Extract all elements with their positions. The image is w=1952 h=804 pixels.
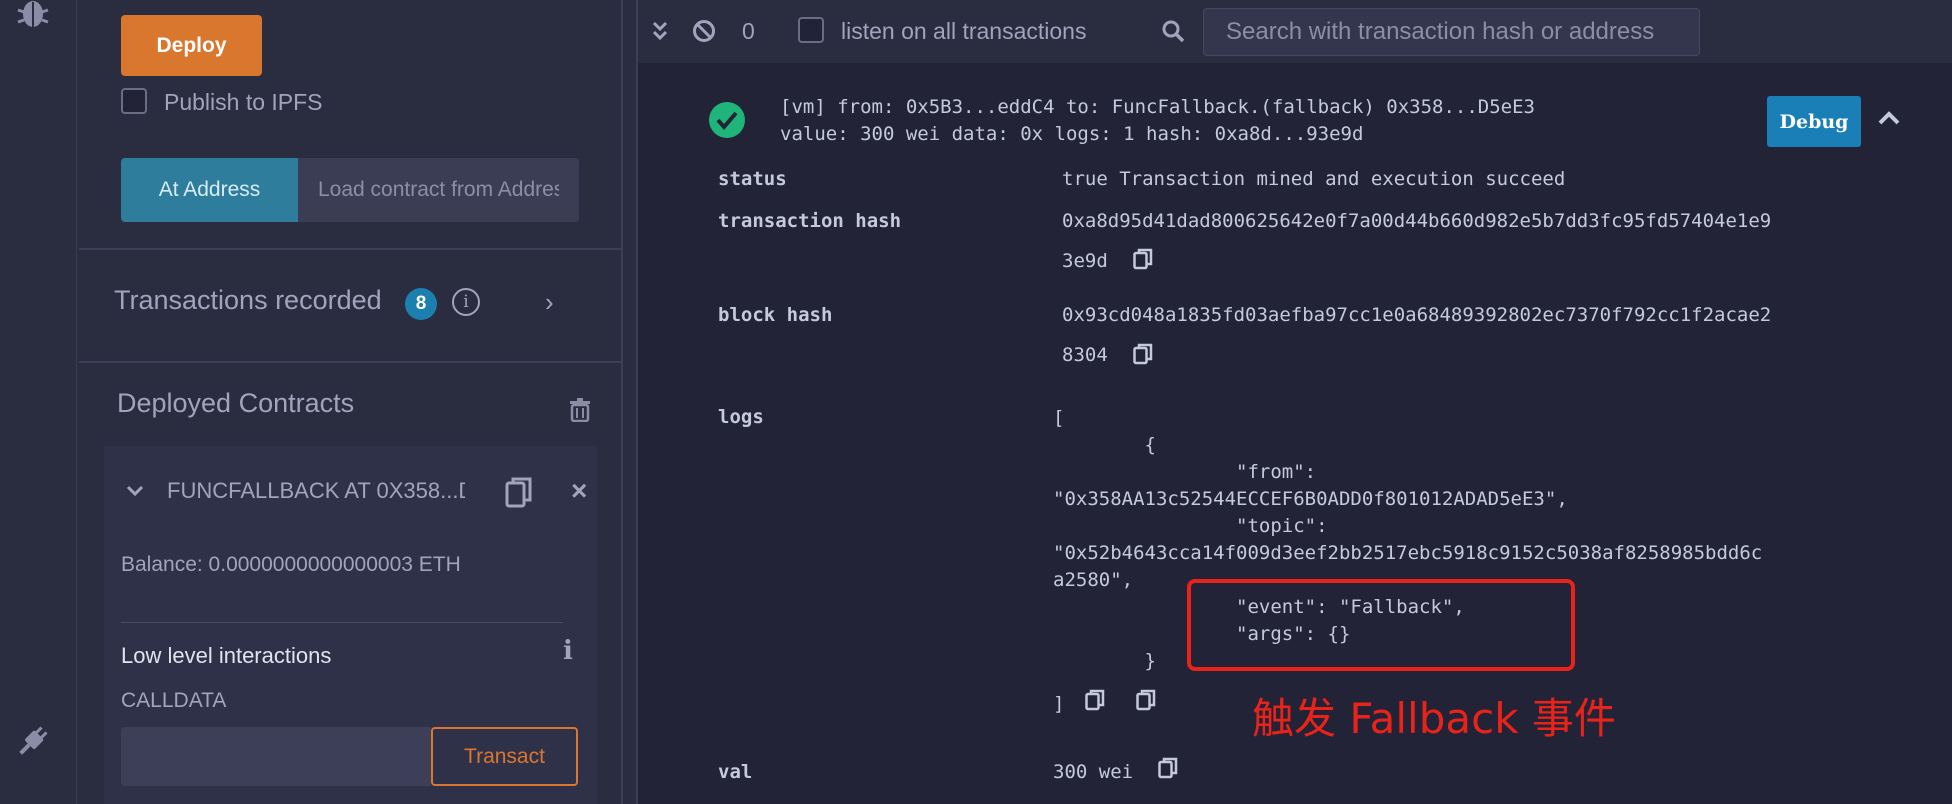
logs-line: a2580", xyxy=(1053,569,1134,591)
logs-line: { xyxy=(1053,434,1156,456)
logs-line: } xyxy=(1053,650,1156,672)
chevron-up-icon[interactable] xyxy=(1877,110,1901,126)
block-hash-label: block hash xyxy=(718,304,833,326)
logs-line: "topic": xyxy=(1053,515,1328,537)
info-icon[interactable]: i xyxy=(452,288,480,316)
block-hash-value: 0x93cd048a1835fd03aefba97cc1e0a684893928… xyxy=(1062,304,1772,326)
copy-icon[interactable] xyxy=(1136,689,1156,711)
chevron-right-icon[interactable]: › xyxy=(545,287,554,318)
deploy-button[interactable]: Deploy xyxy=(121,15,262,76)
section-divider xyxy=(79,361,621,363)
listen-all-label: listen on all transactions xyxy=(841,18,1087,44)
bug-icon[interactable] xyxy=(16,0,50,30)
panel-splitter[interactable] xyxy=(621,0,638,804)
annotation-label: 触发 Fallback 事件 xyxy=(1252,694,1616,743)
debug-button[interactable]: Debug xyxy=(1767,96,1861,147)
low-level-interactions-title: Low level interactions xyxy=(121,643,332,668)
calldata-input[interactable] xyxy=(121,727,431,786)
copy-icon[interactable] xyxy=(1085,689,1105,711)
listen-all-checkbox[interactable] xyxy=(798,17,824,43)
section-divider xyxy=(121,622,563,623)
copy-icon[interactable] xyxy=(1133,248,1153,270)
status-value: true Transaction mined and execution suc… xyxy=(1062,168,1566,190)
calldata-label: CALLDATA xyxy=(121,689,227,712)
publish-ipfs-checkbox[interactable] xyxy=(121,88,147,114)
tx-summary-line-2[interactable]: value: 300 wei data: 0x logs: 1 hash: 0x… xyxy=(780,123,1363,145)
load-contract-input[interactable] xyxy=(298,158,579,222)
info-icon[interactable]: i xyxy=(563,636,573,666)
copy-icon[interactable] xyxy=(1133,343,1153,365)
copy-icon[interactable] xyxy=(1158,757,1178,779)
pending-count: 0 xyxy=(742,18,755,44)
transaction-search-input[interactable] xyxy=(1203,8,1700,56)
contract-instance-name[interactable]: FUNCFALLBACK AT 0X358...D5 xyxy=(167,478,465,504)
transactions-recorded-label: Transactions recorded xyxy=(114,285,382,315)
tx-summary-line-1[interactable]: [vm] from: 0x5B3...eddC4 to: FuncFallbac… xyxy=(780,96,1535,118)
val-value: 300 wei xyxy=(1053,761,1134,783)
val-label: val xyxy=(718,761,753,783)
success-check-icon xyxy=(709,102,745,138)
transaction-hash-value-cont: 3e9d xyxy=(1062,250,1108,272)
transaction-hash-label: transaction hash xyxy=(718,210,902,232)
logs-line: ] xyxy=(1053,693,1065,715)
block-hash-value-cont: 8304 xyxy=(1062,344,1108,366)
logs-line: [ xyxy=(1053,407,1065,429)
logs-label: logs xyxy=(718,406,764,428)
search-icon xyxy=(1162,20,1185,43)
clear-icon[interactable] xyxy=(692,19,716,43)
at-address-button[interactable]: At Address xyxy=(121,158,298,222)
logs-line: "0x358AA13c52544ECCEF6B0ADD0f801012ADAD5… xyxy=(1053,488,1568,510)
publish-ipfs-label: Publish to IPFS xyxy=(164,89,323,115)
trash-icon[interactable] xyxy=(569,398,591,422)
double-chevron-down-icon[interactable] xyxy=(652,21,668,41)
transact-button[interactable]: Transact xyxy=(431,727,578,786)
status-label: status xyxy=(718,168,787,190)
section-divider xyxy=(79,248,621,250)
chevron-down-icon[interactable] xyxy=(125,484,145,498)
logs-line: "0x52b4643cca14f009d3eef2bb2517ebc5918c9… xyxy=(1053,542,1763,564)
plug-icon[interactable] xyxy=(14,724,50,760)
close-icon[interactable]: × xyxy=(571,475,587,507)
annotation-highlight-box xyxy=(1187,579,1575,671)
transaction-hash-value: 0xa8d95d41dad800625642e0f7a00d44b660d982… xyxy=(1062,210,1772,232)
logs-line: "from": xyxy=(1053,461,1317,483)
icon-rail xyxy=(0,0,77,804)
copy-icon[interactable] xyxy=(505,476,533,508)
transactions-count-badge: 8 xyxy=(405,288,437,320)
contract-balance: Balance: 0.0000000000000003 ETH xyxy=(121,553,461,576)
deployed-contracts-title: Deployed Contracts xyxy=(117,388,355,418)
